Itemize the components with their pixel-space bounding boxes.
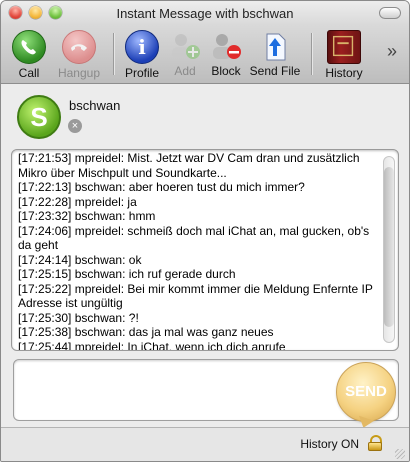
chat-scrollbar[interactable] [383,156,395,343]
chat-message: [17:25:15] bschwan: ich ruf gerade durch [18,267,374,282]
message-sender: bschwan: [71,325,129,339]
chat-message: [17:22:13] bschwan: aber hoeren tust du … [18,180,374,195]
history-status: History ON [300,437,359,451]
message-timestamp: [17:25:22] [18,281,72,296]
message-text: hmm [128,209,156,223]
message-sender: bschwan: [71,310,129,325]
chat-scroll-thumb[interactable] [384,167,394,327]
title-bar[interactable]: Instant Message with bschwan [1,1,409,25]
send-button[interactable]: SEND [336,362,396,422]
hangup-label: Hangup [57,66,101,80]
message-sender: mpreidel: [71,151,128,165]
message-text: ?! [128,310,139,325]
chat-message: [17:25:38] bschwan: das ja mal was ganz … [18,325,374,340]
call-label: Call [18,66,40,80]
contact-name: bschwan [69,98,121,113]
chat-log-content: [17:21:53] mpreidel: Mist. Jetzt war DV … [18,151,374,351]
history-label: History [325,66,363,80]
hangup-button[interactable]: Hangup [53,27,105,81]
im-window: Instant Message with bschwan Call Hangup… [0,0,410,462]
message-sender: mpreidel: [71,223,128,238]
message-timestamp: [17:25:38] [18,325,72,339]
message-timestamp: [17:21:53] [18,151,72,165]
phone-icon [12,30,46,64]
toolbar-separator [311,33,312,75]
message-timestamp: [17:25:30] [18,310,72,325]
message-sender: mpreidel: [71,281,128,296]
chat-message: [17:21:53] mpreidel: Mist. Jetzt war DV … [18,151,374,180]
message-sender: bschwan: [71,209,129,223]
message-text: ok [128,252,142,267]
add-button[interactable]: Add [167,27,203,81]
message-sender: bschwan: [71,180,129,194]
message-sender: mpreidel: [71,339,128,351]
message-text: aber hoeren tust du mich immer? [128,180,305,194]
window-title: Instant Message with bschwan [116,6,294,21]
chat-message: [17:22:28] mpreidel: ja [18,195,374,210]
message-sender: bschwan: [71,267,129,281]
hangup-icon [62,30,96,64]
message-timestamp: [17:24:14] [18,252,72,267]
block-contact-icon [210,30,242,62]
message-sender: bschwan: [71,252,129,267]
resize-grip[interactable] [395,449,405,459]
add-contact-icon [169,30,201,62]
toolbar-toggle-button[interactable] [379,7,401,19]
contact-header: S bschwan × [1,84,409,146]
add-label: Add [174,64,196,78]
skype-logo-icon: S [17,95,61,139]
info-icon: i [125,30,159,64]
history-button[interactable]: History [319,27,369,81]
toolbar: Call Hangup i Profile Add Block Send Fil… [1,25,409,84]
chat-message: [17:25:44] mpreidel: In iChat, wenn ich … [18,339,374,351]
toolbar-overflow-button[interactable]: » [387,41,397,62]
profile-button[interactable]: i Profile [119,27,165,81]
message-sender: mpreidel: [71,194,128,209]
history-book-icon [327,30,361,64]
send-file-icon [259,30,291,62]
offline-status-icon: × [68,119,82,133]
send-file-button[interactable]: Send File [247,27,303,81]
message-text: das ja mal was ganz neues [128,325,274,339]
profile-label: Profile [124,66,159,80]
toolbar-separator [113,33,114,75]
block-button[interactable]: Block [207,27,245,81]
message-text: ich ruf gerade durch [128,267,236,281]
call-button[interactable]: Call [7,27,51,81]
chat-message: [17:23:32] bschwan: hmm [18,209,374,224]
message-timestamp: [17:23:32] [18,209,72,223]
message-timestamp: [17:25:15] [18,267,72,281]
message-timestamp: [17:24:06] [18,223,72,238]
message-timestamp: [17:22:13] [18,180,72,194]
message-text: In iChat, wenn ich dich anrufe [127,339,286,351]
block-label: Block [211,64,241,78]
message-timestamp: [17:22:28] [18,194,72,209]
message-text: ja [127,194,137,209]
lock-icon [368,435,382,451]
chat-log[interactable]: [17:21:53] mpreidel: Mist. Jetzt war DV … [11,149,399,351]
chat-message: [17:25:30] bschwan: ?! [18,311,374,326]
send-file-label: Send File [249,64,301,78]
chat-message: [17:24:06] mpreidel: schmeiß doch mal iC… [18,224,374,253]
chat-message: [17:24:14] bschwan: ok [18,253,374,268]
chat-message: [17:25:22] mpreidel: Bei mir kommt immer… [18,282,374,311]
message-timestamp: [17:25:44] [18,339,72,351]
status-bar: History ON [1,427,409,461]
